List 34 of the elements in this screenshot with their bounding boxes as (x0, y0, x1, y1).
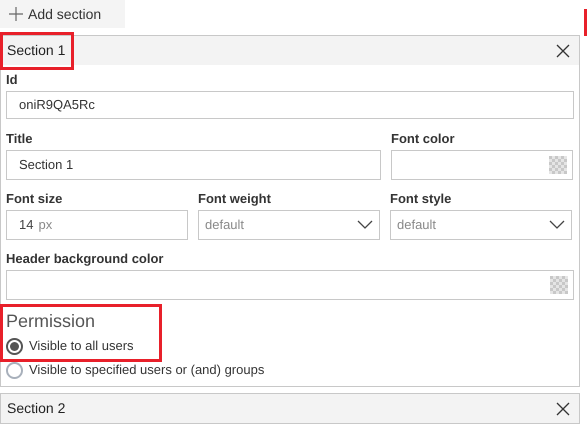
id-field[interactable]: oniR9QA5Rc (6, 91, 574, 119)
font-size-value: 14 (19, 216, 34, 234)
close-icon[interactable] (556, 402, 570, 416)
plus-icon (9, 7, 23, 21)
transparent-swatch-icon (549, 156, 567, 174)
transparent-swatch-icon (550, 276, 568, 294)
field-label: Font color (391, 131, 456, 147)
field-label: Font weight (198, 191, 272, 207)
section-title: Section 2 (7, 399, 66, 418)
unit-label: px (38, 216, 52, 234)
add-section-button[interactable]: Add section (0, 0, 125, 28)
dropdown[interactable]: default (390, 210, 572, 240)
radio-button[interactable] (6, 338, 23, 354)
dropdown[interactable]: default (198, 210, 380, 240)
title-field[interactable]: Section 1 (6, 150, 381, 180)
chevron-down-icon (549, 220, 565, 230)
field-label: Font size (6, 191, 64, 207)
field-label: Font style (390, 191, 452, 207)
field-label: Header background color (6, 251, 164, 267)
radio-button[interactable] (6, 362, 23, 378)
edge-marker (584, 9, 587, 36)
section-title: Section 1 (7, 41, 66, 60)
permission-heading: Permission (6, 310, 96, 332)
radio-label: Visible to specified users or (and) groups (29, 361, 264, 380)
close-icon[interactable] (556, 44, 570, 58)
radio-label: Visible to all users (29, 337, 134, 356)
header-background-field[interactable] (6, 270, 574, 300)
section-header[interactable]: Section 1 (1, 36, 579, 65)
font-size-field[interactable]: 14 px (6, 210, 188, 240)
field-label: Title (6, 131, 34, 147)
field-label: Id (6, 72, 19, 88)
chevron-down-icon (357, 220, 373, 230)
font-color-field[interactable] (391, 150, 573, 180)
section-header[interactable]: Section 2 (1, 394, 579, 423)
